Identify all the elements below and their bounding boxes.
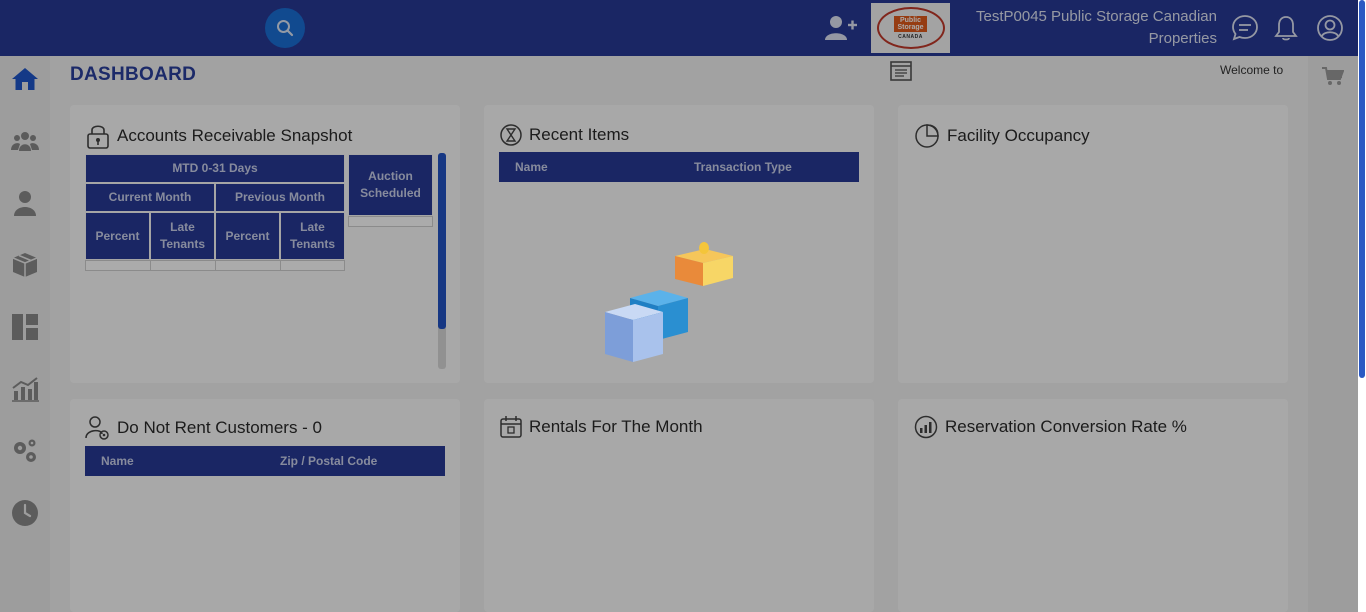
- loading-boxes-icon: [605, 242, 733, 362]
- page-scrollbar[interactable]: [1358, 0, 1366, 612]
- page-scrollbar-thumb[interactable]: [1359, 0, 1365, 378]
